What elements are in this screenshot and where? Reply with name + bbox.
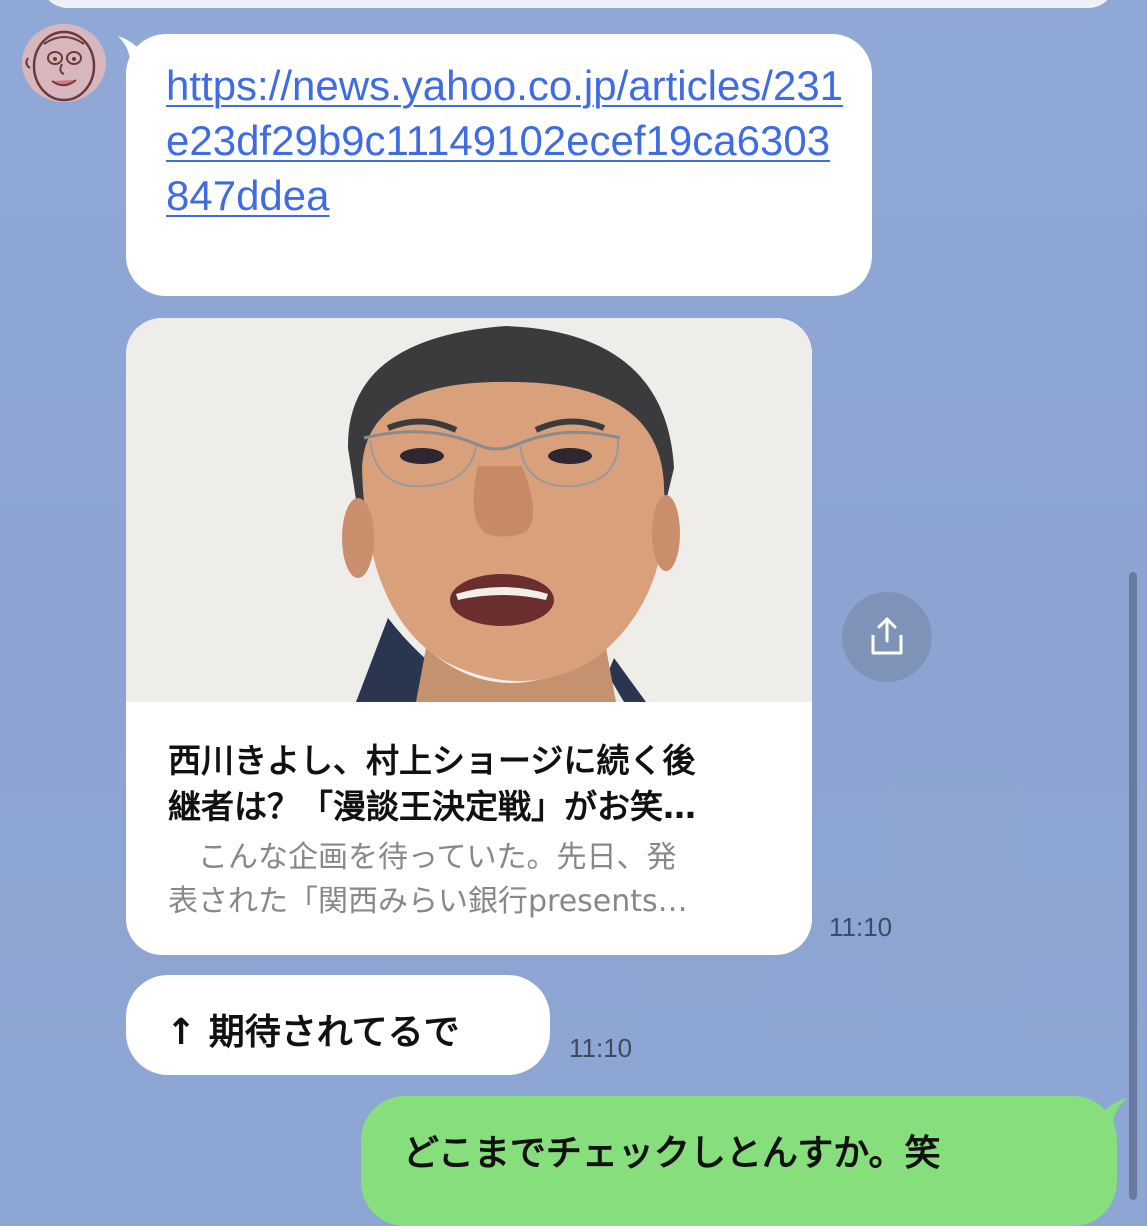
incoming-text-bubble: ↑ 期待されてるで: [126, 975, 550, 1075]
link-preview-card[interactable]: 西川きよし、村上ショージに続く後 継者は？「漫談王決定戦」がお笑… こんな企画を…: [126, 318, 812, 955]
bubble-tail: [1097, 1098, 1127, 1132]
article-thumbnail: [126, 318, 812, 702]
avatar[interactable]: [22, 24, 106, 102]
outgoing-text-bubble: どこまでチェックしとんすか。笑: [361, 1096, 1127, 1226]
portrait-photo: [126, 318, 812, 702]
message-timestamp: 11:10: [569, 1033, 633, 1063]
incoming-link-bubble: https://news.yahoo.co.jp/articles/231e23…: [118, 34, 872, 296]
message-timestamp: 11:10: [829, 912, 893, 942]
scrollbar[interactable]: [1129, 572, 1137, 1200]
article-link[interactable]: https://news.yahoo.co.jp/articles/231e23…: [166, 58, 846, 223]
article-title: 西川きよし、村上ショージに続く後 継者は？「漫談王決定戦」がお笑…: [168, 741, 696, 826]
message-text: どこまでチェックしとんすか。笑: [403, 1133, 941, 1174]
message-text: ↑ 期待されてるで: [166, 1012, 460, 1053]
share-icon: [871, 617, 903, 655]
share-button[interactable]: [842, 592, 932, 682]
cartoon-face-avatar-icon: [22, 24, 106, 102]
article-description: こんな企画を待っていた。先日、発 表された「関西みらい銀行presents…: [168, 840, 688, 919]
bubble-tail: [118, 36, 146, 68]
previous-message-bubble: [40, 0, 1116, 8]
chat-room-background: https://news.yahoo.co.jp/articles/231e23…: [0, 0, 1147, 1226]
